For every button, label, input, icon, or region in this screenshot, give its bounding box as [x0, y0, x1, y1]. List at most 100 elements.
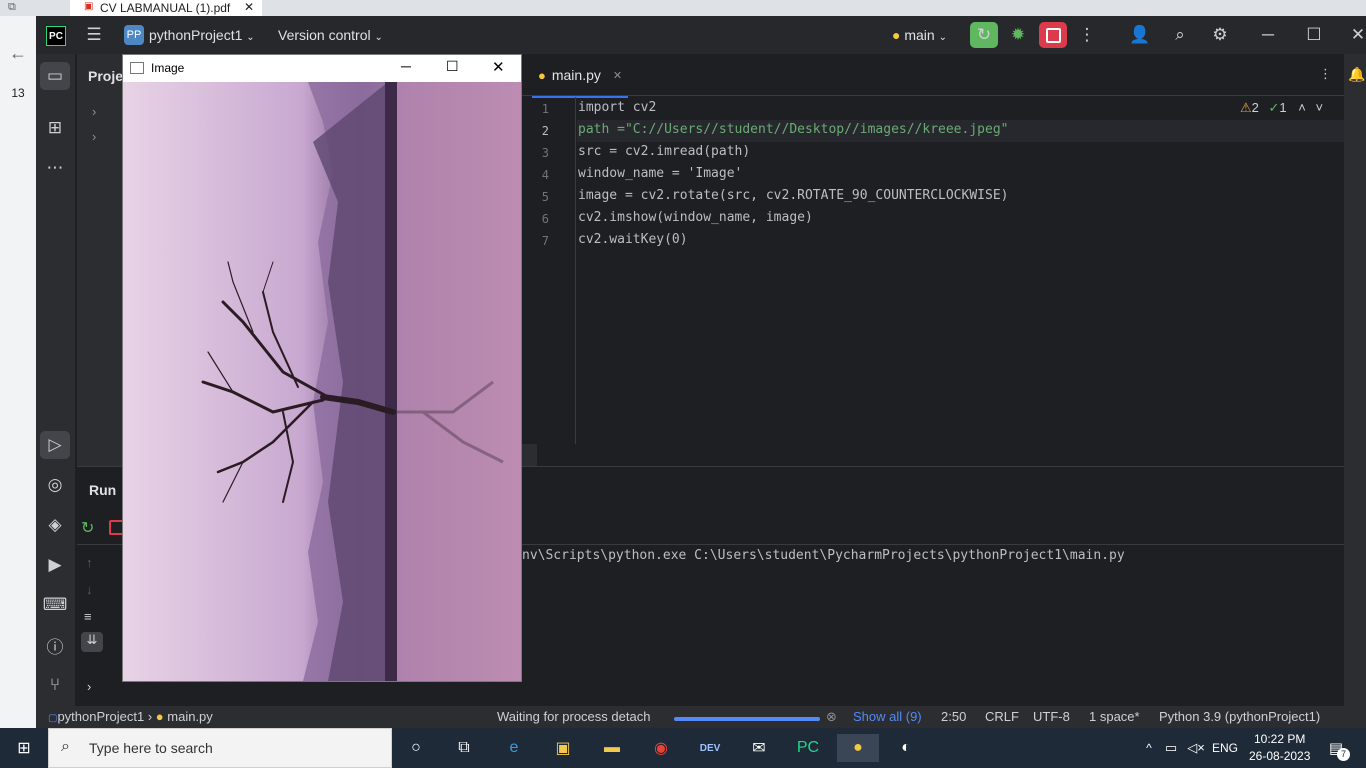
page-number: 13	[11, 86, 25, 100]
check-icon: ✓	[1268, 100, 1280, 115]
photos-icon[interactable]: ◐	[890, 734, 922, 762]
soft-wrap-icon[interactable]: ≡	[84, 609, 92, 624]
clock-time[interactable]: 10:22 PM	[1254, 732, 1305, 746]
task-view-icon[interactable]: ⧉	[448, 734, 480, 762]
project-badge: PP	[124, 25, 144, 45]
tab-options-icon[interactable]: ⋮	[1319, 66, 1332, 82]
project-name: pythonProject1	[149, 27, 243, 43]
python-file-icon: ●	[155, 709, 164, 724]
browser-window-icon[interactable]: ⧉	[8, 1, 24, 14]
expand-icon[interactable]: ›	[87, 679, 91, 694]
layers-icon[interactable]: ◈	[40, 511, 70, 539]
more-tools-icon[interactable]: ⋯	[40, 154, 70, 182]
back-arrow-icon[interactable]: ←	[0, 43, 36, 64]
taskbar-search-box[interactable]: ⌕ Type here to search	[48, 728, 392, 768]
line-number: 7	[541, 234, 549, 248]
more-actions-icon[interactable]: ⋮	[1075, 24, 1099, 46]
pycharm-taskbar-icon[interactable]: PC	[792, 734, 824, 762]
project-folder-icon[interactable]: ▭	[40, 62, 70, 90]
debug-icon[interactable]: ✹	[1006, 24, 1030, 46]
run-config-selector[interactable]: ● main ⌄	[892, 27, 947, 43]
inspection-widget[interactable]: ⚠2 ✓1 ˄ ˅	[1240, 100, 1340, 120]
windows-start-icon[interactable]: ⊞	[8, 734, 40, 762]
windows-taskbar: ⊞ ⌕ Type here to search ○ ⧉ e ▣ ▬ ◉ DEV …	[0, 728, 1366, 768]
problems-icon[interactable]: ⓘ	[40, 631, 70, 659]
minimize-icon[interactable]: ─	[401, 58, 411, 74]
code-line[interactable]: cv2.waitKey(0)	[578, 232, 688, 247]
close-tab-icon[interactable]: ✕	[613, 69, 622, 82]
browser-sidebar: ← 13	[0, 16, 36, 728]
close-icon[interactable]: ✕	[492, 58, 505, 76]
tree-expand-icon[interactable]: ›	[92, 104, 96, 119]
project-selector[interactable]: pythonProject1 ⌄	[149, 27, 255, 43]
chrome-icon[interactable]: ◉	[645, 734, 677, 762]
run-tool-icon[interactable]: ▷	[40, 431, 70, 459]
python-console-icon[interactable]: ◎	[40, 471, 70, 499]
code-line[interactable]: src = cv2.imread(path)	[578, 144, 750, 159]
chevron-down-icon[interactable]: ˅	[1316, 100, 1324, 115]
code-line[interactable]: window_name = 'Image'	[578, 166, 742, 181]
add-user-icon[interactable]: 👤	[1128, 24, 1152, 46]
vcs-label: Version control	[278, 27, 371, 43]
line-number: 6	[541, 212, 549, 226]
python-file-icon: ●	[538, 67, 546, 83]
chevron-down-icon: ⌄	[374, 32, 383, 43]
close-icon[interactable]: ✕	[1346, 24, 1366, 46]
settings-gear-icon[interactable]: ⚙	[1208, 24, 1232, 46]
edge-icon[interactable]: e	[498, 734, 530, 762]
progress-bar	[674, 717, 820, 721]
editor-tab-main-py[interactable]: ● main.py ✕	[532, 54, 629, 98]
image-window-title-bar[interactable]: Image ─ ☐ ✕	[123, 55, 521, 82]
project-panel-title: Proje	[88, 68, 124, 84]
file-encoding[interactable]: UTF-8	[1033, 709, 1070, 724]
code-line[interactable]: import cv2	[578, 100, 656, 115]
minimize-icon[interactable]: ─	[1256, 24, 1280, 46]
cortana-icon[interactable]: ○	[400, 734, 432, 762]
notifications-bell-icon[interactable]: 🔔	[1348, 66, 1365, 83]
rerun-button[interactable]: ↻	[970, 22, 998, 48]
run-tab-title[interactable]: Run	[89, 482, 116, 498]
maximize-icon[interactable]: ☐	[1302, 24, 1326, 46]
code-line[interactable]: path ="C://Users//student//Desktop//imag…	[578, 122, 1008, 137]
devcpp-icon[interactable]: DEV	[694, 734, 726, 762]
browser-tab[interactable]: ▣ CV LABMANUAL (1).pdf ✕	[70, 0, 262, 16]
scroll-to-end-icon[interactable]: ⇊	[81, 632, 103, 652]
tree-expand-icon[interactable]: ›	[92, 129, 96, 144]
structure-icon[interactable]: ⊞	[40, 114, 70, 142]
stop-button[interactable]	[1039, 22, 1067, 48]
run-console-output: nv\Scripts\python.exe C:\Users\student\P…	[522, 548, 1125, 563]
rerun-icon[interactable]: ↻	[81, 518, 94, 538]
scroll-down-icon[interactable]: ↓	[86, 582, 93, 597]
caret-position[interactable]: 2:50	[941, 709, 966, 724]
warning-count: 2	[1251, 100, 1259, 115]
python-interpreter[interactable]: Python 3.9 (pythonProject1)	[1159, 709, 1320, 724]
maximize-icon[interactable]: ☐	[446, 58, 459, 75]
git-branch-icon[interactable]: ⑂	[40, 671, 70, 699]
search-icon[interactable]: ⌕	[1168, 24, 1192, 46]
show-all-link[interactable]: Show all (9)	[853, 709, 922, 724]
store-icon[interactable]: ▣	[547, 734, 579, 762]
mail-icon[interactable]: ✉	[743, 734, 775, 762]
file-explorer-icon[interactable]: ▬	[596, 734, 628, 762]
vcs-selector[interactable]: Version control ⌄	[278, 27, 383, 43]
line-separator[interactable]: CRLF	[985, 709, 1019, 724]
indent-setting[interactable]: 1 space*	[1089, 709, 1140, 724]
code-line[interactable]: image = cv2.rotate(src, cv2.ROTATE_90_CO…	[578, 188, 1008, 203]
run-config-name: main	[904, 27, 935, 43]
clock-date[interactable]: 26-08-2023	[1249, 749, 1310, 763]
language-indicator[interactable]: ENG	[1212, 741, 1238, 755]
chevron-up-icon[interactable]: ˄	[1298, 100, 1306, 115]
services-icon[interactable]: ▶	[40, 551, 70, 579]
volume-muted-icon[interactable]: ◁×	[1180, 734, 1212, 762]
pycharm-logo: PC	[46, 26, 66, 46]
close-icon[interactable]: ✕	[244, 0, 254, 14]
main-menu-icon[interactable]: ☰	[82, 24, 106, 46]
breadcrumb[interactable]: ▢pythonProject1 › ● main.py	[48, 709, 213, 724]
scroll-up-icon[interactable]: ↑	[86, 555, 93, 570]
code-line[interactable]: cv2.imshow(window_name, image)	[578, 210, 813, 225]
cancel-process-icon[interactable]: ⊗	[826, 709, 837, 725]
pdf-icon: ▣	[84, 1, 94, 12]
ide-title-bar: PC ☰ PP pythonProject1 ⌄ Version control…	[36, 16, 1366, 54]
terminal-icon[interactable]: ⌨	[40, 591, 70, 619]
python-taskbar-icon[interactable]: ●	[837, 734, 879, 762]
